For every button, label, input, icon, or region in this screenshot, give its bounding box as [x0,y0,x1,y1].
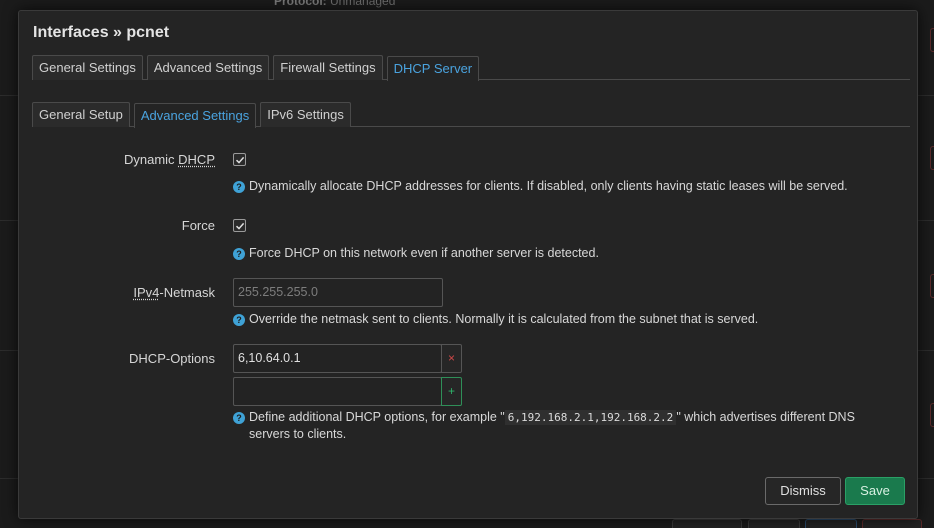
checkmark-icon [235,222,245,230]
netmask-label-text: -Netmask [159,285,215,300]
dynamic-dhcp-help: ? Dynamically allocate DHCP addresses for… [233,178,848,194]
tab-advanced-settings[interactable]: Advanced Settings [146,55,270,80]
help-icon: ? [233,181,245,193]
background-button [672,519,742,528]
save-button[interactable]: Save [845,477,905,505]
protocol-label: Protocol: [274,0,327,8]
background-protocol-text: Protocol: Unmanaged [274,0,395,8]
remove-option-button[interactable]: × [441,344,462,373]
force-help: ? Force DHCP on this network even if anot… [233,245,599,261]
help-icon: ? [233,314,245,326]
dhcp-options-help: ? Define additional DHCP options, for exa… [233,409,893,442]
add-option-button[interactable]: + [441,377,462,406]
checkmark-icon [235,156,245,164]
background-delete-button [930,274,934,298]
force-label: Force [181,218,215,233]
ipv4-abbreviation: IPv4 [133,285,160,300]
subtab-advanced-settings[interactable]: Advanced Settings [133,103,257,128]
dynamic-dhcp-checkbox[interactable] [233,153,246,166]
help-icon: ? [233,248,245,260]
interface-modal: Interfaces » pcnet General Settings Adva… [18,10,918,519]
background-button [805,519,857,528]
ipv4-netmask-label: IPv4-Netmask [19,285,215,300]
dhcp-option-input[interactable]: 6,10.64.0.1 [233,344,442,373]
tab-dhcp-server[interactable]: DHCP Server [386,56,480,81]
main-tabs: General Settings Advanced Settings Firew… [32,55,910,81]
dhcp-options-help-text: Define additional DHCP options, for exam… [249,410,505,424]
dhcp-options-label: DHCP-Options [129,351,215,366]
background-delete-button [930,28,934,52]
tab-general-settings[interactable]: General Settings [32,55,143,80]
dhcp-options-help-line2: servers to clients. [249,427,347,441]
subtab-general-setup[interactable]: General Setup [32,102,130,127]
background-button [862,519,922,528]
background-delete-button [930,403,934,427]
dynamic-dhcp-label-text: Dynamic [123,152,179,167]
dhcp-option-new-input[interactable] [233,377,442,406]
dhcp-abbreviation: DHCP [178,152,215,167]
protocol-value: Unmanaged [330,0,396,8]
force-checkbox[interactable] [233,219,246,232]
ipv4-netmask-input[interactable]: 255.255.255.0 [233,278,443,307]
subtab-ipv6-settings[interactable]: IPv6 Settings [260,102,351,127]
dhcp-options-help-text-suffix: " which advertises different DNS [676,410,855,424]
modal-title: Interfaces » pcnet [33,24,170,41]
dhcp-subtabs: General Setup Advanced Settings IPv6 Set… [32,102,910,128]
ipv4-netmask-help: ? Override the netmask sent to clients. N… [233,311,758,327]
force-help-text: Force DHCP on this network even if anoth… [249,246,599,260]
background-button [748,519,800,528]
dismiss-button[interactable]: Dismiss [765,477,841,505]
help-icon: ? [233,412,245,424]
ipv4-netmask-help-text: Override the netmask sent to clients. No… [249,312,759,326]
tab-firewall-settings[interactable]: Firewall Settings [273,55,383,80]
dynamic-dhcp-label: Dynamic DHCP [19,152,215,167]
background-delete-button [930,146,934,170]
example-code: 6,192.168.2.1,192.168.2.2 [504,410,677,425]
dynamic-dhcp-help-text: Dynamically allocate DHCP addresses for … [249,179,848,193]
